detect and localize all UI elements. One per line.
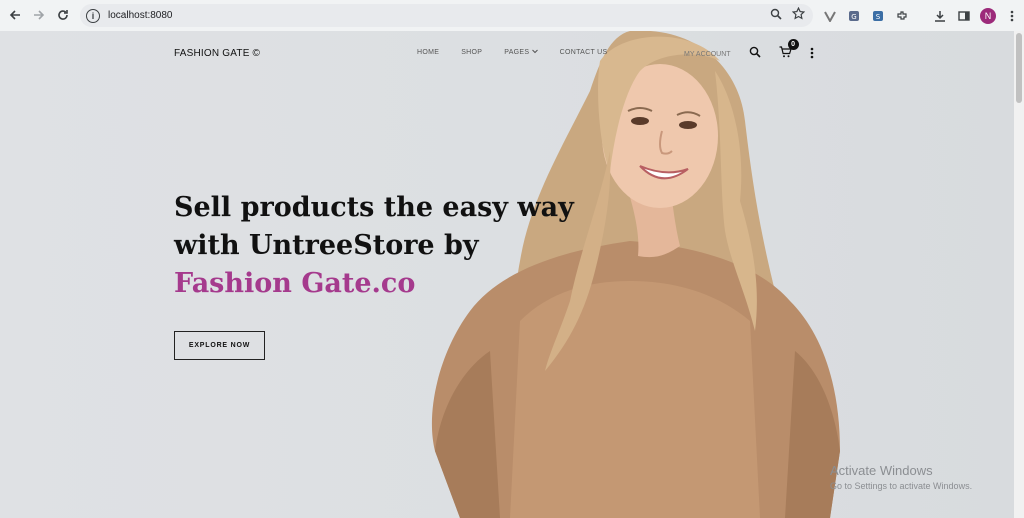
menu-icon[interactable] bbox=[1004, 8, 1020, 24]
scrollbar-thumb[interactable] bbox=[1016, 33, 1022, 103]
svg-text:S: S bbox=[876, 13, 881, 21]
page-scrollbar[interactable] bbox=[1014, 31, 1024, 518]
page-viewport: FASHION GATE © HOME SHOP PAGES CONTACT U… bbox=[0, 31, 1014, 518]
account-link[interactable]: MY ACCOUNT bbox=[684, 51, 731, 58]
forward-icon[interactable] bbox=[27, 3, 51, 27]
hero-accent: Fashion Gate.co bbox=[174, 268, 416, 299]
activate-windows-watermark: Activate Windows Go to Settings to activ… bbox=[830, 463, 972, 491]
profile-avatar[interactable]: N bbox=[980, 7, 996, 24]
svg-text:G: G bbox=[851, 13, 856, 21]
more-options-icon[interactable] bbox=[810, 47, 814, 62]
cart-button[interactable]: 0 bbox=[779, 39, 799, 63]
extension-v-icon[interactable] bbox=[822, 8, 838, 24]
explore-now-button[interactable]: EXPLORE NOW bbox=[174, 331, 265, 360]
reload-icon[interactable] bbox=[51, 3, 75, 27]
hero-heading: Sell products the easy way with UntreeSt… bbox=[174, 189, 574, 303]
side-panel-icon[interactable] bbox=[956, 8, 972, 24]
chevron-down-icon bbox=[531, 49, 538, 54]
extension-grammar-icon[interactable]: G bbox=[846, 8, 862, 24]
nav-home[interactable]: HOME bbox=[417, 49, 439, 56]
site-logo[interactable]: FASHION GATE © bbox=[174, 48, 260, 59]
hero-line-1: Sell products the easy way bbox=[174, 192, 574, 223]
nav-contact[interactable]: CONTACT US bbox=[560, 49, 608, 56]
cart-count-badge: 0 bbox=[787, 39, 799, 50]
zoom-icon[interactable] bbox=[770, 7, 782, 25]
site-info-icon[interactable]: i bbox=[86, 8, 100, 23]
bookmark-star-icon[interactable] bbox=[791, 6, 806, 25]
header-actions: MY ACCOUNT 0 bbox=[684, 39, 814, 63]
extension-icon[interactable] bbox=[894, 8, 910, 24]
extension-translate-icon[interactable]: S bbox=[870, 8, 886, 24]
main-nav: HOME SHOP PAGES CONTACT US bbox=[417, 49, 607, 56]
nav-pages[interactable]: PAGES bbox=[504, 49, 538, 56]
hero-line-2: with UntreeStore by bbox=[174, 230, 479, 261]
url-text[interactable]: localhost:8080 bbox=[108, 10, 173, 21]
search-icon[interactable] bbox=[749, 45, 761, 63]
address-bar[interactable]: i localhost:8080 bbox=[80, 4, 813, 27]
back-icon[interactable] bbox=[3, 3, 27, 27]
nav-shop[interactable]: SHOP bbox=[461, 49, 482, 56]
downloads-icon[interactable] bbox=[932, 8, 948, 24]
watermark-subtitle: Go to Settings to activate Windows. bbox=[830, 481, 973, 491]
browser-toolbar: i localhost:8080 G S N bbox=[0, 0, 1024, 31]
watermark-title: Activate Windows bbox=[830, 463, 933, 478]
nav-pages-label: PAGES bbox=[504, 49, 530, 56]
